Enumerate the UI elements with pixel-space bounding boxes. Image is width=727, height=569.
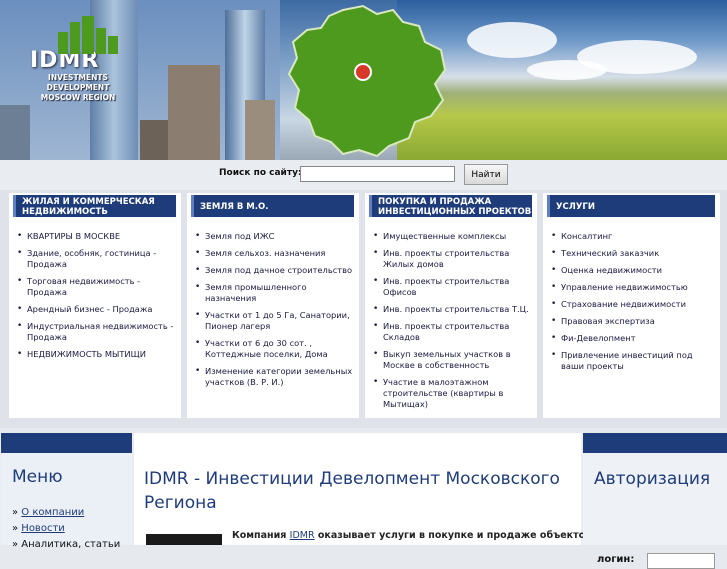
menu-item-news: » Новости [12,523,65,534]
category-link[interactable]: Оценка недвижимости [551,265,716,276]
search-input[interactable] [300,166,455,182]
category-land: ЗЕМЛЯ В М.О. Земля под ИЖС Земля сельхоз… [187,193,359,418]
intro-text: Компания IDMR оказывает услуги в покупке… [232,530,592,541]
site-logo[interactable]: IDMR INVESTMENTS DEVELOPMENT MOSCOW REGI… [28,14,138,103]
category-link[interactable]: Участки от 1 до 5 Га, Санатории, Пионер … [195,310,355,332]
category-link[interactable]: Инв. проекты строительства Жилых домов [373,248,533,270]
category-title[interactable]: УСЛУГИ [547,195,715,217]
menu-item-about: » О компании [12,507,85,518]
category-title[interactable]: ЗЕМЛЯ В М.О. [191,195,354,217]
content-area: Меню » О компании » Новости » Аналитика,… [0,433,727,569]
login-input[interactable] [647,553,715,569]
company-link[interactable]: IDMR [290,530,315,541]
auth-title: Авторизация [594,469,711,489]
category-link[interactable]: Фи-Девелопмент [551,333,716,344]
category-link[interactable]: Технический заказчик [551,248,716,259]
menu-link[interactable]: Новости [21,523,64,534]
category-link[interactable]: Арендный бизнес - Продажа [17,304,177,315]
category-link[interactable]: Земля сельхоз. назначения [195,248,355,259]
category-link[interactable]: Земля под ИЖС [195,231,355,242]
category-link[interactable]: НЕДВИЖИМОСТЬ МЫТИЩИ [17,349,177,360]
category-link[interactable]: Участие в малоэтажном строительстве (ква… [373,377,533,410]
menu-panel: Меню » О компании » Новости » Аналитика,… [1,433,132,550]
category-link[interactable]: Правовая экспертиза [551,316,716,327]
menu-title: Меню [12,467,63,487]
moscow-region-map [287,4,447,158]
category-link[interactable]: Изменение категории земельных участков (… [195,366,355,388]
auth-panel: Авторизация логин: [583,433,727,569]
map-marker-icon [354,63,372,81]
search-button[interactable]: Найти [464,164,508,185]
category-link[interactable]: Инв. проекты строительства Складов [373,321,533,343]
logo-tagline: INVESTMENTS DEVELOPMENT MOSCOW REGION [40,73,116,102]
category-link[interactable]: Консалтинг [551,231,716,242]
login-label: логин: [597,554,635,565]
category-title[interactable]: ПОКУПКА И ПРОДАЖА ИНВЕСТИЦИОННЫХ ПРОЕКТО… [369,195,532,217]
intro-image [146,534,222,545]
category-investment: ПОКУПКА И ПРОДАЖА ИНВЕСТИЦИОННЫХ ПРОЕКТО… [365,193,537,418]
main-content: IDMR - Инвестиции Девелопмент Московског… [134,433,591,545]
category-residential: ЖИЛАЯ И КОММЕРЧЕСКАЯ НЕДВИЖИМОСТЬ КВАРТИ… [9,193,181,418]
menu-link[interactable]: О компании [21,507,84,518]
category-link[interactable]: Участки от 6 до 30 сот. , Коттеджные пос… [195,338,355,360]
category-columns: ЖИЛАЯ И КОММЕРЧЕСКАЯ НЕДВИЖИМОСТЬ КВАРТИ… [0,190,727,428]
category-link[interactable]: Имущественные комплексы [373,231,533,242]
category-link[interactable]: Инв. проекты строительства Офисов [373,276,533,298]
category-link[interactable]: КВАРТИРЫ В МОСКВЕ [17,231,177,242]
category-link[interactable]: Земля промышленного назначения [195,282,355,304]
category-link[interactable]: Выкуп земельных участков в Москве в собс… [373,349,533,371]
category-link[interactable]: Торговая недвижимость - Продажа [17,276,177,298]
category-link[interactable]: Привлечение инвестиций под ваши проекты [551,350,716,372]
logo-buildings-icon [58,16,118,54]
category-link[interactable]: Здание, особняк, гостиница - Продажа [17,248,177,270]
header-banner: IDMR INVESTMENTS DEVELOPMENT MOSCOW REGI… [0,0,727,160]
category-services: УСЛУГИ Консалтинг Технический заказчик О… [543,193,720,418]
page-title: IDMR - Инвестиции Девелопмент Московског… [144,469,560,513]
search-label: Поиск по сайту: [219,168,302,178]
category-link[interactable]: Страхование недвижимости [551,299,716,310]
category-title[interactable]: ЖИЛАЯ И КОММЕРЧЕСКАЯ НЕДВИЖИМОСТЬ [13,195,176,217]
category-link[interactable]: Инв. проекты строительства Т.Ц. [373,304,533,315]
category-link[interactable]: Земля под дачное строительство [195,265,355,276]
search-bar: Поиск по сайту: Найти [0,160,727,190]
category-link[interactable]: Индустриальная недвижимость - Продажа [17,321,177,343]
category-link[interactable]: Управление недвижимостью [551,282,716,293]
